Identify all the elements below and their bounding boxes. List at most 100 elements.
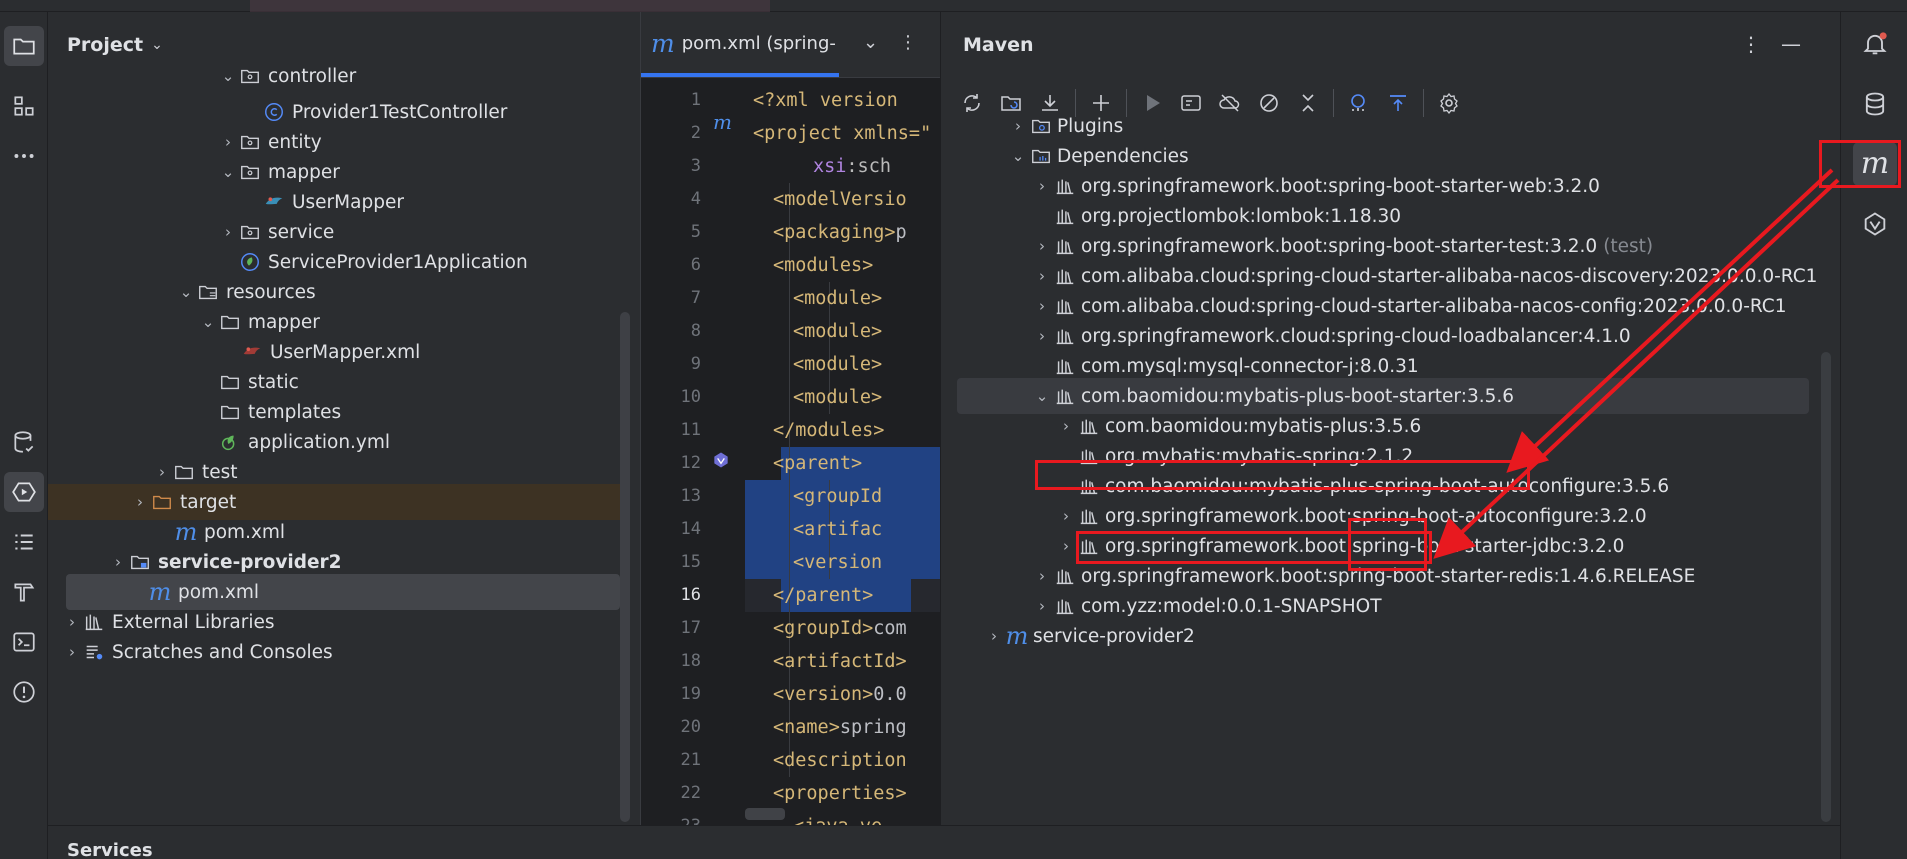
todo-list-icon[interactable] <box>4 522 44 562</box>
project-title[interactable]: Project <box>67 34 143 56</box>
collapse-arrow-icon[interactable]: › <box>1055 537 1077 555</box>
library-icon <box>1053 174 1077 198</box>
build-hammer-icon[interactable] <box>4 572 44 612</box>
window-title-strip <box>0 0 1907 12</box>
collapse-arrow-icon[interactable]: › <box>108 553 128 571</box>
expand-arrow-icon[interactable]: ⌄ <box>1007 147 1029 165</box>
database-icon[interactable] <box>1853 82 1897 126</box>
code-line: <module> <box>793 387 883 408</box>
line-number: 20 <box>680 717 701 737</box>
editor-hscrollbar[interactable] <box>745 808 785 820</box>
annotation-box-version <box>1348 518 1427 571</box>
project-scrollbar[interactable] <box>620 312 630 822</box>
library-icon <box>1077 414 1101 438</box>
editor-tab-pom[interactable]: m pom.xml (spring- <box>651 12 851 75</box>
database-icon[interactable] <box>4 422 44 462</box>
navigate-parent-gutter-icon[interactable] <box>711 450 731 470</box>
services-title[interactable]: Services <box>67 840 153 859</box>
collapse-arrow-icon[interactable]: › <box>62 613 82 631</box>
collapse-arrow-icon[interactable]: › <box>218 223 238 241</box>
expand-arrow-icon[interactable]: ⌄ <box>218 163 238 181</box>
tab-list-chevron-icon[interactable]: ⌄ <box>863 32 878 53</box>
collapse-arrow-icon[interactable]: › <box>983 627 1005 645</box>
collapse-arrow-icon[interactable]: › <box>1031 597 1053 615</box>
collapse-arrow-icon[interactable]: › <box>1031 177 1053 195</box>
library-icon <box>1053 294 1077 318</box>
code-line: <parent> <box>773 453 863 474</box>
collapse-arrow-icon[interactable]: › <box>1031 297 1053 315</box>
run-icon[interactable] <box>1135 86 1169 120</box>
collapse-arrow-icon[interactable]: › <box>1055 507 1077 525</box>
terminal-icon[interactable] <box>4 622 44 662</box>
collapse-arrow-icon[interactable]: › <box>218 133 238 151</box>
maven-row-label: com.mysql:mysql-connector-j:8.0.31 <box>1081 355 1419 377</box>
library-icon <box>1077 504 1101 528</box>
code-line: <packaging>p <box>773 222 907 243</box>
tree-label: static <box>248 371 299 393</box>
dependencies-folder-icon <box>1029 144 1053 168</box>
code-line: <module> <box>793 354 883 375</box>
services-icon[interactable] <box>4 472 44 512</box>
collapse-arrow-icon[interactable]: › <box>130 493 150 511</box>
reload-icon[interactable] <box>955 86 989 120</box>
chevron-down-icon[interactable]: ⌄ <box>151 37 163 53</box>
scope-label: (test) <box>1603 235 1654 257</box>
structure-icon[interactable] <box>4 86 44 126</box>
ai-assistant-icon[interactable] <box>1853 202 1897 246</box>
tree-row-controller[interactable]: ⌄ controller <box>48 58 620 94</box>
execute-goal-icon[interactable] <box>1174 86 1208 120</box>
collapse-arrow-icon[interactable]: › <box>152 463 172 481</box>
collapse-arrow-icon[interactable]: › <box>1031 567 1053 585</box>
maven-gutter-icon[interactable]: m <box>713 110 732 134</box>
mybatis-mapper-icon <box>262 190 286 214</box>
settings-gear-icon[interactable] <box>1432 86 1466 120</box>
collapse-arrow-icon[interactable]: › <box>1055 417 1077 435</box>
maven-header: Maven ⋮ — <box>941 12 1841 78</box>
minimize-icon[interactable]: — <box>1781 32 1801 56</box>
project-panel: Project ⌄ ⌄ controller Provider1TestCont… <box>48 12 640 825</box>
expand-arrow-icon[interactable]: ⌄ <box>1031 387 1053 405</box>
maven-scrollbar[interactable] <box>1821 352 1831 822</box>
folder-icon[interactable] <box>4 26 44 66</box>
line-number: 3 <box>690 156 701 176</box>
spring-yml-icon <box>218 430 242 454</box>
tree-row-scratches[interactable]: › Scratches and Consoles <box>48 634 620 670</box>
maven-title: Maven <box>963 34 1034 56</box>
code-line: <properties> <box>773 783 907 804</box>
skip-tests-icon[interactable] <box>1252 86 1286 120</box>
analyze-dependencies-icon[interactable] <box>1342 86 1376 120</box>
expand-arrow-icon[interactable]: ⌄ <box>176 283 196 301</box>
package-folder-icon <box>238 64 262 88</box>
maven-m-icon: m <box>174 518 198 546</box>
expand-arrow-icon[interactable]: ⌄ <box>218 67 238 85</box>
offline-icon[interactable] <box>1213 86 1247 120</box>
collapse-all-icon[interactable] <box>1291 86 1325 120</box>
plugins-folder-icon <box>1029 114 1053 138</box>
more-icon[interactable] <box>4 136 44 176</box>
code-line: <module> <box>793 321 883 342</box>
kebab-menu-icon[interactable]: ⋮ <box>899 32 917 53</box>
maven-tree-row[interactable]: › m service-provider2 <box>983 618 1195 654</box>
collapse-arrow-icon[interactable]: › <box>62 643 82 661</box>
expand-arrow-icon[interactable]: ⌄ <box>198 313 218 331</box>
excluded-folder-icon <box>150 490 174 514</box>
library-icon <box>1053 354 1077 378</box>
tree-label: service-provider2 <box>158 551 342 573</box>
show-diagram-icon[interactable] <box>1381 86 1415 120</box>
line-number: 14 <box>680 519 701 539</box>
line-number: 16 <box>680 585 701 605</box>
notifications-bell-icon[interactable] <box>1853 22 1897 66</box>
collapse-arrow-icon[interactable]: › <box>1031 267 1053 285</box>
kebab-menu-icon[interactable]: ⋮ <box>1741 32 1761 56</box>
maven-m-icon: m <box>651 29 675 58</box>
scratches-icon <box>82 640 106 664</box>
collapse-arrow-icon[interactable]: › <box>1031 237 1053 255</box>
line-number: 1 <box>690 90 701 110</box>
line-number: 17 <box>680 618 701 638</box>
code-area[interactable]: <?xml version <project xmlns=" xsi:sch <mod… <box>745 78 941 825</box>
package-folder-icon <box>238 220 262 244</box>
library-icon <box>1053 264 1077 288</box>
collapse-arrow-icon[interactable]: › <box>1031 327 1053 345</box>
problems-icon[interactable] <box>4 672 44 712</box>
collapse-arrow-icon[interactable]: › <box>1007 117 1029 135</box>
